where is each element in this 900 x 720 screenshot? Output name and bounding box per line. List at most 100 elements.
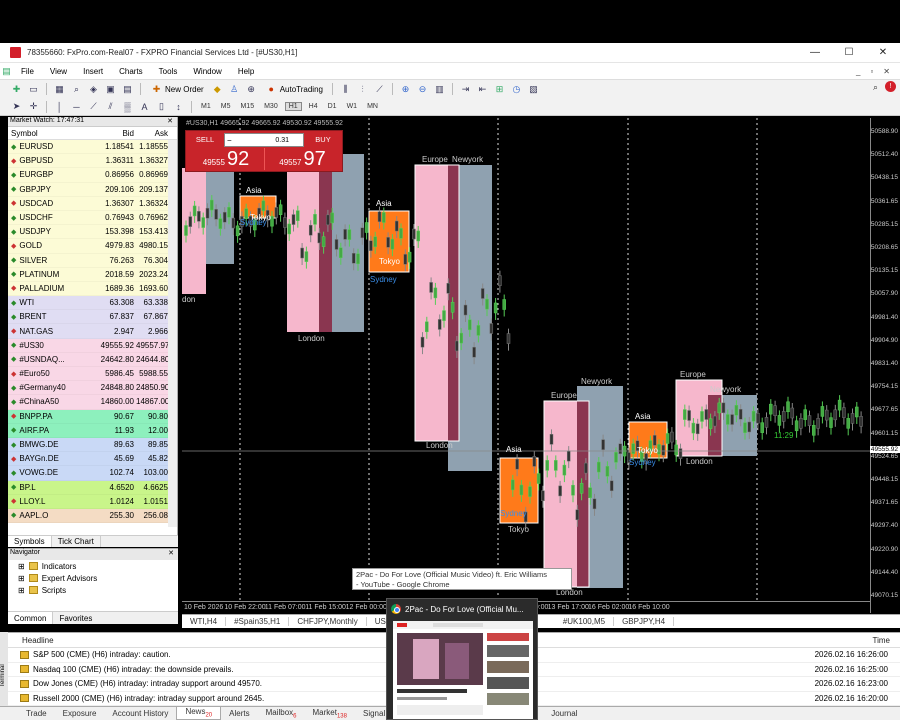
market-icon[interactable]: ⊕	[245, 83, 258, 95]
chart-tab[interactable]: CHFJPY,Monthly	[289, 617, 367, 626]
market-watch-row[interactable]: ◆ VOWG.DE 102.74 103.00	[8, 466, 177, 481]
notification-icon[interactable]: !	[885, 81, 896, 92]
market-watch-row[interactable]: ◆ EURUSD 1.18541 1.18555	[8, 140, 177, 155]
cursor-icon[interactable]: ➤	[10, 101, 23, 113]
zoom-out-icon[interactable]: ⊖	[416, 83, 429, 95]
line-chart-icon[interactable]: ⟋	[373, 83, 386, 95]
market-watch-row[interactable]: ◆ AAPL.O 255.30 256.08	[8, 508, 177, 524]
market-watch-row[interactable]: ◆ #USNDAQ... 24642.80 24644.80	[8, 352, 177, 367]
buy-button[interactable]: BUY	[306, 133, 340, 147]
terminal-icon[interactable]: ▣	[104, 83, 117, 95]
autotrading-button[interactable]: ● AutoTrading	[262, 83, 326, 95]
market-watch-row[interactable]: ◆ GBPUSD 1.36311 1.36327	[8, 154, 177, 169]
timeframe-m15[interactable]: M15	[237, 103, 257, 110]
chart-tab[interactable]: WTI,H4	[182, 617, 227, 626]
chart-tab[interactable]: GBPJPY,H4	[614, 617, 675, 626]
market-watch-row[interactable]: ◆ EURGBP 0.86956 0.86969	[8, 168, 177, 183]
terminal-tab-market[interactable]: Market138	[305, 708, 355, 720]
col-time[interactable]: Time	[820, 636, 900, 645]
market-watch-row[interactable]: ◆ BNPP.PA 90.67 90.80	[8, 409, 177, 424]
col-bid[interactable]: Bid	[100, 129, 136, 138]
market-watch-row[interactable]: ◆ AIRF.PA 11.93 12.00	[8, 423, 177, 438]
market-watch-row[interactable]: ◆ PLATINUM 2018.59 2023.24	[8, 267, 177, 282]
periods-icon[interactable]: ◷	[510, 83, 523, 95]
market-watch-row[interactable]: ◆ USDCAD 1.36307 1.36324	[8, 196, 177, 211]
mdi-restore-button[interactable]: ▫	[870, 67, 873, 76]
timeframe-m5[interactable]: M5	[218, 103, 234, 110]
menu-window[interactable]: Window	[185, 67, 229, 76]
menu-tools[interactable]: Tools	[151, 67, 186, 76]
market-watch-row[interactable]: ◆ PALLADIUM 1689.36 1693.60	[8, 281, 177, 297]
navigator-scripts[interactable]: ⊞ Scripts	[8, 584, 178, 596]
tab-symbols[interactable]: Symbols	[8, 536, 52, 547]
data-window-icon[interactable]: ⌕	[70, 83, 83, 95]
candlestick-icon[interactable]: ⫶	[356, 83, 369, 95]
market-watch-row[interactable]: ◆ BMWG.DE 89.63 89.85	[8, 437, 177, 453]
market-watch-row[interactable]: ◆ GBPJPY 209.106 209.137	[8, 182, 177, 197]
zoom-in-icon[interactable]: ⊕	[399, 83, 412, 95]
menu-insert[interactable]: Insert	[75, 67, 111, 76]
buy-price[interactable]: 49557 97	[264, 148, 340, 170]
maximize-button[interactable]: ☐	[832, 47, 866, 58]
timeframe-h1[interactable]: H1	[284, 102, 302, 111]
market-watch-row[interactable]: ◆ #Euro50 5986.45 5988.55	[8, 367, 177, 382]
timeframe-w1[interactable]: W1	[344, 103, 361, 110]
terminal-tab-exposure[interactable]: Exposure	[55, 709, 105, 718]
autoscroll-icon[interactable]: ⇥	[459, 83, 472, 95]
channel-icon[interactable]: ⫽	[104, 101, 117, 113]
tab-common[interactable]: Common	[8, 612, 54, 624]
col-symbol[interactable]: Symbol	[8, 129, 100, 138]
close-button[interactable]: ✕	[866, 47, 900, 58]
market-watch-icon[interactable]: ▦	[53, 83, 66, 95]
market-watch-row[interactable]: ◆ BAYGn.DE 45.69 45.82	[8, 452, 177, 467]
terminal-tab-mailbox[interactable]: Mailbox6	[258, 708, 305, 720]
chart-tab[interactable]: #UK100,M5	[555, 617, 615, 626]
tab-tick-chart[interactable]: Tick Chart	[52, 536, 101, 547]
market-watch-row[interactable]: ◆ #Germany40 24848.80 24850.90	[8, 381, 177, 396]
tester-icon[interactable]: ▤	[121, 83, 134, 95]
arrows-icon[interactable]: ↕	[172, 101, 185, 113]
new-chart-icon[interactable]: ✚	[10, 83, 23, 95]
col-ask[interactable]: Ask	[136, 129, 172, 138]
terminal-tab-account-history[interactable]: Account History	[104, 709, 176, 718]
market-watch-row[interactable]: ◆ BP.L 4.6520 4.6625	[8, 480, 177, 495]
vertical-line-icon[interactable]: │	[53, 101, 66, 113]
terminal-tab-journal[interactable]: Journal	[543, 709, 585, 718]
profiles-icon[interactable]: ▭	[27, 83, 40, 95]
text-icon[interactable]: A	[138, 101, 151, 113]
indicators-icon[interactable]: ⊞	[493, 83, 506, 95]
chart-shift-icon[interactable]: ⇤	[476, 83, 489, 95]
menu-help[interactable]: Help	[230, 67, 262, 76]
tab-favorites[interactable]: Favorites	[53, 612, 98, 624]
fibonacci-icon[interactable]: ▒	[121, 101, 134, 113]
timeframe-d1[interactable]: D1	[325, 103, 340, 110]
market-watch-row[interactable]: ◆ BRENT 67.837 67.867	[8, 310, 177, 325]
market-watch-row[interactable]: ◆ #ChinaA50 14860.00 14867.00	[8, 395, 177, 410]
volume-input[interactable]: −0.31	[224, 133, 304, 147]
timeframe-h4[interactable]: H4	[306, 103, 321, 110]
menu-charts[interactable]: Charts	[111, 67, 151, 76]
tile-icon[interactable]: ▥	[433, 83, 446, 95]
new-order-button[interactable]: ✚ New Order	[147, 83, 207, 95]
chrome-preview-thumbnail[interactable]	[393, 621, 533, 719]
meta-editor-icon[interactable]: ◆	[211, 83, 224, 95]
crosshair-icon[interactable]: ✛	[27, 101, 40, 113]
navigator-experts[interactable]: ⊞ Expert Advisors	[8, 572, 178, 584]
minimize-button[interactable]: —	[798, 47, 832, 58]
scrollbar[interactable]	[168, 140, 177, 527]
mdi-close-button[interactable]: ✕	[883, 67, 890, 76]
terminal-tab-alerts[interactable]: Alerts	[221, 709, 257, 718]
terminal-tab-news[interactable]: News20	[176, 707, 222, 720]
market-watch-row[interactable]: ◆ LLOY.L 1.0124 1.0151	[8, 494, 177, 509]
templates-icon[interactable]: ▧	[527, 83, 540, 95]
market-watch-row[interactable]: ◆ USDCHF 0.76943 0.76962	[8, 210, 177, 226]
market-watch-row[interactable]: ◆ WTI 63.308 63.338	[8, 296, 177, 311]
horizontal-line-icon[interactable]: ─	[70, 101, 83, 113]
timeframe-m30[interactable]: M30	[261, 103, 281, 110]
market-watch-row[interactable]: ◆ USDJPY 153.398 153.413	[8, 225, 177, 240]
sell-price[interactable]: 49555 92	[188, 148, 264, 170]
decrease-volume-icon[interactable]: −	[227, 134, 232, 148]
navigator-icon[interactable]: ◈	[87, 83, 100, 95]
market-watch-row[interactable]: ◆ NAT.GAS 2.947 2.966	[8, 324, 177, 339]
close-icon[interactable]: ✕	[168, 549, 174, 557]
